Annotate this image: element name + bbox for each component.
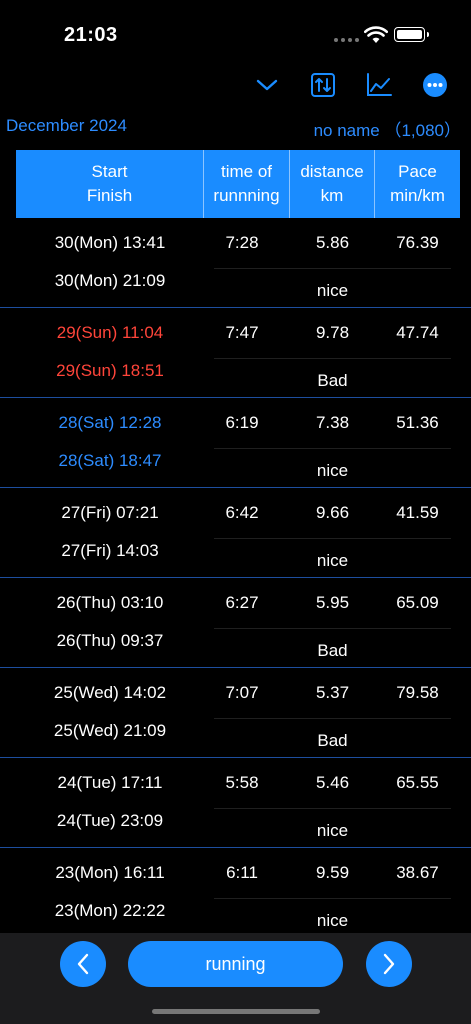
rating: Bad [317, 731, 348, 750]
running-time: 6:11 [226, 863, 258, 882]
table-row[interactable]: 24(Tue) 17:11 24(Tue) 23:09 5:58 5.46 65… [0, 758, 471, 848]
distance: 5.46 [315, 773, 350, 792]
pace: 79.58 [396, 683, 439, 702]
rating: nice [316, 281, 349, 300]
column-header-time: time of runnning [204, 150, 290, 218]
running-time: 6:27 [225, 593, 259, 612]
row-divider [214, 808, 451, 809]
pace: 41.59 [396, 503, 439, 522]
row-divider [214, 898, 451, 899]
table-row[interactable]: 27(Fri) 07:21 27(Fri) 14:03 6:42 9.66 41… [0, 488, 471, 578]
pace: 51.36 [396, 413, 439, 432]
distance: 9.59 [315, 863, 350, 882]
previous-month-button[interactable] [60, 941, 106, 987]
distance: 5.86 [315, 233, 350, 252]
status-bar: 21:03 [0, 0, 471, 70]
start-time: 26(Thu) 03:10 [56, 593, 164, 612]
running-time: 7:07 [225, 683, 259, 702]
running-button[interactable]: running [128, 941, 343, 987]
battery-icon [394, 27, 429, 42]
pace: 65.55 [396, 773, 439, 792]
rating: nice [316, 551, 349, 570]
pace: 47.74 [396, 323, 439, 342]
line-chart-icon[interactable] [364, 70, 394, 100]
finish-time: 28(Sat) 18:47 [58, 451, 162, 470]
rating: nice [316, 461, 349, 480]
status-time: 21:03 [64, 24, 118, 46]
start-time: 29(Sun) 11:04 [56, 323, 164, 342]
finish-time: 25(Wed) 21:09 [53, 721, 167, 740]
pace: 65.09 [396, 593, 439, 612]
running-time: 6:42 [225, 503, 259, 522]
next-month-button[interactable] [366, 941, 412, 987]
finish-time: 24(Tue) 23:09 [56, 811, 164, 830]
running-time: 5:58 [225, 773, 259, 792]
table-row[interactable]: 29(Sun) 11:04 29(Sun) 18:51 7:47 9.78 47… [0, 308, 471, 398]
run-list[interactable]: 30(Mon) 13:41 30(Mon) 21:09 7:28 5.86 76… [0, 218, 471, 933]
column-header-distance: distance km [290, 150, 375, 218]
rating: Bad [317, 371, 348, 390]
finish-time: 23(Mon) 22:22 [54, 901, 166, 920]
user-label[interactable]: no name （1,080） [314, 116, 461, 141]
row-divider [214, 268, 451, 269]
start-time: 27(Fri) 07:21 [61, 503, 159, 522]
start-time: 28(Sat) 12:28 [58, 413, 162, 432]
rating: nice [316, 911, 349, 930]
finish-time: 27(Fri) 14:03 [61, 541, 159, 560]
start-time: 23(Mon) 16:11 [55, 863, 165, 882]
row-divider [214, 628, 451, 629]
bottom-bar: running [0, 933, 471, 1024]
finish-time: 30(Mon) 21:09 [54, 271, 166, 290]
month-label: December 2024 [6, 116, 127, 135]
more-icon[interactable] [420, 70, 450, 100]
row-divider [214, 358, 451, 359]
running-time: 7:47 [225, 323, 259, 342]
distance: 9.78 [315, 323, 350, 342]
row-divider [214, 448, 451, 449]
chevron-left-icon [77, 953, 89, 975]
pace: 38.67 [396, 863, 439, 882]
column-header-pace: Pace min/km [390, 162, 445, 205]
start-time: 24(Tue) 17:11 [57, 773, 163, 792]
toolbar [0, 68, 471, 104]
table-row[interactable]: 28(Sat) 12:28 28(Sat) 18:47 6:19 7.38 51… [0, 398, 471, 488]
pace: 76.39 [396, 233, 439, 252]
rating: nice [316, 821, 349, 840]
running-time: 6:19 [225, 413, 259, 432]
distance: 5.37 [315, 683, 350, 702]
finish-time: 29(Sun) 18:51 [56, 361, 164, 380]
table-row[interactable]: 30(Mon) 13:41 30(Mon) 21:09 7:28 5.86 76… [0, 218, 471, 308]
row-divider [214, 718, 451, 719]
wifi-icon [364, 26, 388, 43]
row-divider [214, 538, 451, 539]
distance: 5.95 [315, 593, 350, 612]
table-row[interactable]: 23(Mon) 16:11 23(Mon) 22:22 6:11 9.59 38… [0, 848, 471, 933]
distance: 9.66 [315, 503, 350, 522]
table-row[interactable]: 25(Wed) 14:02 25(Wed) 21:09 7:07 5.37 79… [0, 668, 471, 758]
home-indicator [152, 1009, 320, 1014]
chevron-down-icon[interactable] [252, 70, 282, 100]
running-time: 7:28 [225, 233, 259, 252]
cellular-signal-icon [334, 38, 359, 42]
start-time: 25(Wed) 14:02 [53, 683, 167, 702]
chevron-right-icon [383, 953, 395, 975]
info-row: December 2024 no name （1,080） [0, 116, 471, 140]
table-row[interactable]: 26(Thu) 03:10 26(Thu) 09:37 6:27 5.95 65… [0, 578, 471, 668]
start-time: 30(Mon) 13:41 [54, 233, 166, 252]
finish-time: 26(Thu) 09:37 [56, 631, 164, 650]
sort-arrows-icon[interactable] [308, 70, 338, 100]
column-header-start-finish: Start Finish [16, 150, 204, 218]
rating: Bad [317, 641, 348, 660]
table-header: Start Finish time of runnning distance k… [16, 150, 460, 218]
distance: 7.38 [315, 413, 350, 432]
